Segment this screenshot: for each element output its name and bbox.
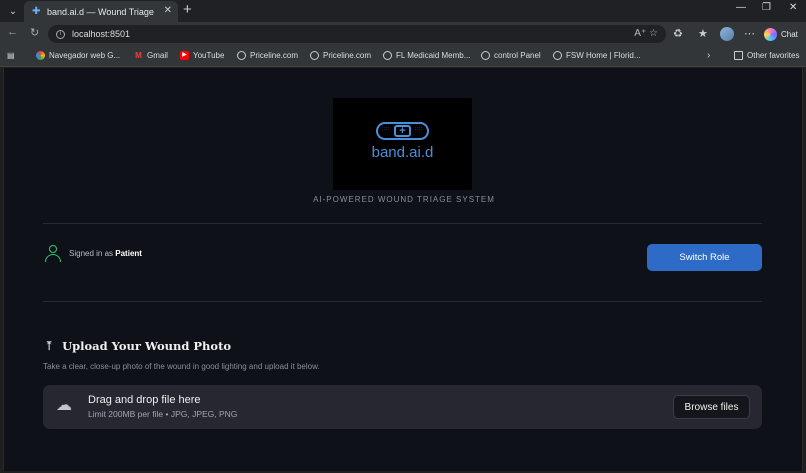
youtube-icon: ▶: [180, 51, 189, 60]
read-aloud-and-favorite-icons[interactable]: A⁺ ☆: [634, 28, 658, 39]
upload-icon: ⤒: [44, 339, 55, 353]
app-logo: ∷∷ + ∷∷ band.ai.d: [333, 98, 472, 190]
back-arrow-icon[interactable]: ←: [7, 26, 18, 38]
bookmark-item[interactable]: Priceline.com: [237, 51, 298, 60]
bandage-favicon-icon: ✚: [32, 5, 41, 17]
dropzone-limit: Limit 200MB per file • JPG, JPEG, PNG: [88, 409, 238, 419]
bookmarks-bar: ▤ Navegador web G... M Gmail ▶ YouTube Pri…: [0, 46, 806, 67]
reload-icon[interactable]: ↻: [30, 26, 39, 39]
page-content: ∷∷ + ∷∷ band.ai.d AI-POWERED WOUND TRIAG…: [3, 68, 803, 471]
dropzone-title: Drag and drop file here: [88, 394, 201, 406]
minimize-icon[interactable]: —: [736, 2, 746, 13]
globe-icon: [237, 51, 246, 60]
collections-icon[interactable]: ▤: [7, 51, 15, 60]
file-dropzone[interactable]: ☁ Drag and drop file here Limit 200MB pe…: [43, 385, 762, 429]
folder-icon: [734, 51, 743, 60]
tab-actions-chevron-icon[interactable]: ⌄: [4, 2, 22, 20]
switch-role-button[interactable]: Switch Role: [647, 244, 762, 271]
browse-files-button[interactable]: Browse files: [673, 395, 750, 419]
copilot-chat-button[interactable]: Chat: [764, 26, 798, 42]
globe-icon: [383, 51, 392, 60]
tab-strip: ⌄ ✚ band.ai.d — Wound Triage ✕ + — ❐ ✕: [0, 0, 806, 22]
tab-active[interactable]: ✚ band.ai.d — Wound Triage ✕: [24, 1, 178, 22]
signed-in-status: Signed in as Patient: [69, 249, 142, 258]
upload-heading: ⤒ Upload Your Wound Photo: [44, 339, 232, 353]
bookmark-item[interactable]: Navegador web G...: [36, 51, 120, 60]
chat-label: Chat: [781, 29, 798, 39]
tab-close-icon[interactable]: ✕: [164, 5, 172, 16]
more-menu-icon[interactable]: ⋯: [744, 27, 755, 40]
role-name: Patient: [115, 249, 142, 258]
logo-text: band.ai.d: [371, 144, 434, 161]
bookmark-item[interactable]: Priceline.com: [310, 51, 371, 60]
site-info-icon[interactable]: i: [56, 29, 65, 39]
address-toolbar: ← ↻ i localhost:8501 A⁺ ☆ ♻ ★ ⋯: [0, 22, 806, 46]
other-favorites-folder[interactable]: Other favorites: [734, 51, 799, 60]
user-icon: [45, 245, 61, 263]
tagline: AI-POWERED WOUND TRIAGE SYSTEM: [313, 195, 495, 204]
bookmarks-overflow-chevron-icon[interactable]: ›: [707, 50, 710, 61]
divider: [43, 301, 762, 302]
globe-icon: [553, 51, 562, 60]
copilot-icon: [764, 27, 777, 41]
new-tab-plus-icon[interactable]: +: [183, 2, 192, 18]
bookmark-item[interactable]: FL Medicaid Memb...: [383, 51, 470, 60]
bookmark-item[interactable]: FSW Home | Florid...: [553, 51, 641, 60]
tab-title: band.ai.d — Wound Triage: [47, 6, 154, 17]
profile-avatar[interactable]: [720, 27, 734, 41]
bookmark-item[interactable]: M Gmail: [134, 51, 168, 60]
bookmark-item[interactable]: ▶ YouTube: [180, 51, 224, 60]
divider: [43, 223, 762, 224]
favorites-icon[interactable]: ★: [698, 27, 708, 40]
extensions-icon[interactable]: ♻: [673, 27, 683, 40]
window-close-icon[interactable]: ✕: [789, 2, 797, 13]
upload-instructions: Take a clear, close-up photo of the woun…: [43, 362, 320, 371]
bookmark-item[interactable]: control Panel: [481, 51, 541, 60]
chrome-icon: [36, 51, 45, 60]
restore-icon[interactable]: ❐: [762, 2, 771, 13]
address-input[interactable]: i localhost:8501 A⁺ ☆: [48, 25, 666, 43]
globe-icon: [481, 51, 490, 60]
cloud-upload-icon: ☁: [56, 397, 72, 414]
globe-icon: [310, 51, 319, 60]
gmail-icon: M: [135, 51, 142, 60]
url-text: localhost:8501: [72, 29, 131, 39]
bandage-icon: ∷∷ + ∷∷: [376, 122, 429, 140]
